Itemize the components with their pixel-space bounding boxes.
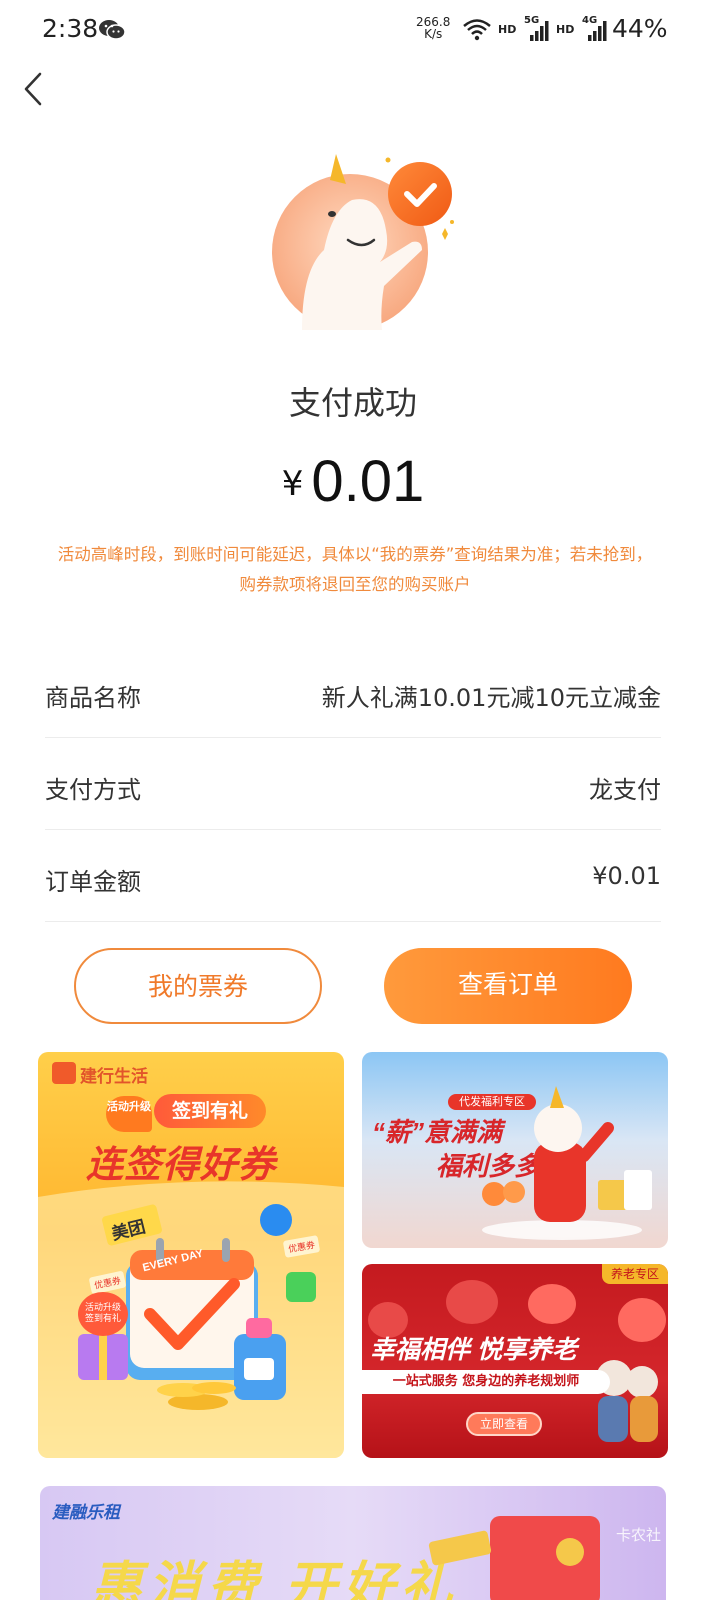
hd-indicator-1: HD bbox=[498, 23, 517, 36]
activity-badge: 活动升级签到有礼 bbox=[78, 1292, 128, 1336]
wechat-icon bbox=[99, 20, 126, 40]
amount-value: 0.01 bbox=[311, 449, 425, 514]
watermark: 卡农社 bbox=[616, 1526, 662, 1544]
success-mascot-illustration bbox=[272, 154, 454, 330]
network-speed: 266.8 K/s bbox=[416, 16, 450, 40]
detail-label: 商品名称 bbox=[45, 684, 141, 712]
elderly-subline: 一站式服务 您身边的养老规划师 bbox=[362, 1370, 610, 1394]
delay-notice: 活动高峰时段，到账时间可能延迟，具体以“我的票券”查询结果为准；若未抢到，购券款… bbox=[57, 545, 653, 594]
detail-value: ¥0.01 bbox=[592, 862, 661, 890]
rental-headline: 惠消费 开好礼 bbox=[90, 1558, 459, 1600]
elderly-zone-tag: 养老专区 bbox=[602, 1264, 668, 1284]
banner-checkin-coupons[interactable]: 建行生活 活动升级 签到有礼 连签得好券 美团 EVERY DAY 优惠券 优惠… bbox=[38, 1052, 344, 1458]
detail-row-order-amount: 订单金额 ¥0.01 bbox=[45, 830, 661, 922]
detail-value: 龙支付 bbox=[589, 776, 661, 804]
status-time: 2:38 bbox=[42, 14, 99, 43]
network-speed-unit: K/s bbox=[424, 27, 443, 41]
red-envelope-illustration bbox=[428, 1516, 600, 1600]
back-arrow-icon[interactable] bbox=[18, 68, 58, 112]
status-bar: 2:38 266.8 K/s HD 5G HD 4G 44% bbox=[0, 0, 720, 60]
view-order-button[interactable]: 查看订单 bbox=[384, 948, 632, 1024]
payment-amount: ¥0.01 bbox=[0, 448, 706, 515]
elderly-headline: 幸福相伴 悦享养老 bbox=[370, 1336, 577, 1364]
hd-indicator-2: HD bbox=[556, 23, 575, 36]
detail-row-product: 商品名称 新人礼满10.01元减10元立减金 bbox=[45, 646, 661, 738]
mascot-gifts-illustration bbox=[482, 1086, 652, 1240]
banner-rental-consumption[interactable]: 建融乐租 惠消费 开好礼 卡农社 bbox=[40, 1486, 666, 1600]
signal-icon-1 bbox=[530, 21, 549, 41]
rental-brand: 建融乐租 bbox=[52, 1503, 120, 1522]
my-coupons-button[interactable]: 我的票券 bbox=[74, 948, 322, 1024]
banner-payroll-benefits[interactable]: 代发福利专区 “薪”意满满 福利多多 bbox=[362, 1052, 668, 1248]
wifi-icon bbox=[463, 19, 491, 41]
detail-label: 订单金额 bbox=[45, 868, 141, 896]
detail-value: 新人礼满10.01元减10元立减金 bbox=[321, 684, 661, 712]
detail-row-payment-method: 支付方式 龙支付 bbox=[45, 738, 661, 830]
battery-level: 44% bbox=[612, 14, 668, 43]
banner-elderly-care[interactable]: 养老专区 幸福相伴 悦享养老 一站式服务 您身边的养老规划师 立即查看 bbox=[362, 1264, 668, 1458]
payment-status-title: 支付成功 bbox=[288, 384, 417, 422]
currency-symbol: ¥ bbox=[281, 464, 304, 504]
signal-icon-2 bbox=[588, 21, 607, 41]
view-now-button[interactable]: 立即查看 bbox=[466, 1412, 542, 1436]
detail-label: 支付方式 bbox=[45, 776, 141, 804]
